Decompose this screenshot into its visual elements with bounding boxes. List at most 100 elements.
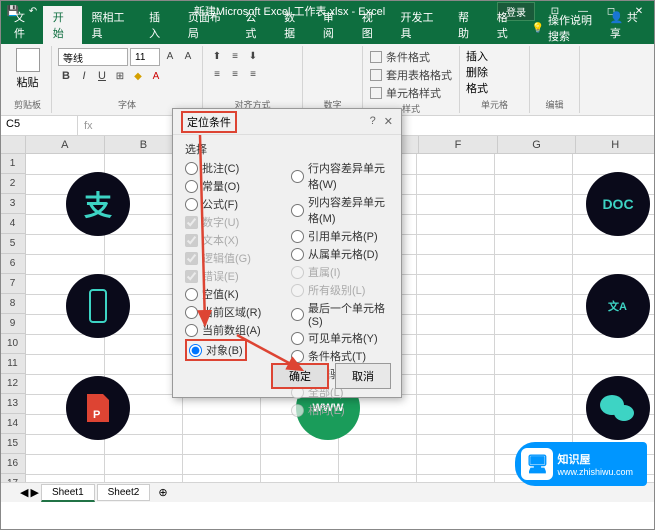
align-top-icon[interactable]: ⬆ — [209, 48, 225, 64]
insert-cells-button[interactable]: 插入 — [466, 48, 523, 64]
delete-cells-button[interactable]: 删除 — [466, 64, 523, 80]
col-header[interactable]: F — [419, 136, 498, 153]
file-p-icon: P — [83, 390, 113, 426]
embedded-image[interactable] — [66, 274, 130, 338]
dialog-buttons: 确定 取消 — [271, 363, 391, 389]
tab-view[interactable]: 视图 — [352, 6, 391, 44]
grow-font-icon[interactable]: A — [162, 48, 178, 64]
row-header[interactable]: 16 — [0, 454, 26, 474]
row-header[interactable]: 10 — [0, 334, 26, 354]
conditional-format-button[interactable]: 条件格式 — [369, 48, 453, 66]
row-header[interactable]: 15 — [0, 434, 26, 454]
tab-formulas[interactable]: 公式 — [235, 6, 274, 44]
font-name-select[interactable]: 等线 — [58, 48, 128, 66]
underline-icon[interactable]: U — [94, 68, 110, 84]
align-middle-icon[interactable]: ≡ — [227, 48, 243, 64]
radio-lastcell[interactable]: 最后一个单元格(S) — [291, 299, 389, 329]
radio-region[interactable]: 当前区域(R) — [185, 303, 283, 321]
ok-button[interactable]: 确定 — [271, 363, 329, 389]
sheet-nav-prev-icon[interactable]: ◀ — [20, 486, 28, 499]
check-logicals: 逻辑值(G) — [185, 249, 283, 267]
dialog-help-icon[interactable]: ? — [370, 115, 376, 128]
group-label-cells: 单元格 — [466, 98, 523, 111]
radio-formulas[interactable]: 公式(F) — [185, 195, 283, 213]
row-header[interactable]: 14 — [0, 414, 26, 434]
radio-precedents[interactable]: 引用单元格(P) — [291, 227, 389, 245]
row-header[interactable]: 4 — [0, 214, 26, 234]
tab-phototools[interactable]: 照相工具 — [82, 6, 140, 44]
border-icon[interactable]: ⊞ — [112, 68, 128, 84]
tab-file[interactable]: 文件 — [4, 6, 43, 44]
align-right-icon[interactable]: ≡ — [245, 66, 261, 82]
embedded-image[interactable]: P — [66, 376, 130, 440]
align-center-icon[interactable]: ≡ — [227, 66, 243, 82]
col-header[interactable]: A — [26, 136, 105, 153]
tab-pagelayout[interactable]: 页面布局 — [178, 6, 236, 44]
radio-constants[interactable]: 常量(O) — [185, 177, 283, 195]
tab-help[interactable]: 帮助 — [448, 6, 487, 44]
row-header[interactable]: 7 — [0, 274, 26, 294]
sheet-tab[interactable]: Sheet1 — [41, 484, 95, 502]
row-header[interactable]: 8 — [0, 294, 26, 314]
group-styles: 条件格式 套用表格格式 单元格样式 样式 — [363, 46, 460, 113]
shrink-font-icon[interactable]: A — [180, 48, 196, 64]
cell-styles-button[interactable]: 单元格样式 — [369, 84, 453, 102]
tab-review[interactable]: 审阅 — [313, 6, 352, 44]
row-header[interactable]: 6 — [0, 254, 26, 274]
fx-area[interactable]: fx — [78, 116, 99, 135]
radio-dependents[interactable]: 从属单元格(D) — [291, 245, 389, 263]
col-header[interactable]: H — [576, 136, 655, 153]
format-cells-button[interactable]: 格式 — [466, 80, 523, 96]
embedded-image[interactable]: 支 — [66, 172, 130, 236]
fill-color-icon[interactable]: ◆ — [130, 68, 146, 84]
tell-me[interactable]: 💡 操作说明搜索 — [532, 12, 602, 44]
col-header[interactable]: G — [498, 136, 577, 153]
embedded-image[interactable]: DOC — [586, 172, 650, 236]
font-size-select[interactable]: 11 — [130, 48, 160, 66]
row-header[interactable]: 2 — [0, 174, 26, 194]
table-format-button[interactable]: 套用表格格式 — [369, 66, 453, 84]
group-label-editing: 编辑 — [536, 98, 573, 111]
name-box[interactable]: C5 — [0, 116, 78, 135]
radio-blanks[interactable]: 空值(K) — [185, 285, 283, 303]
tab-insert[interactable]: 插入 — [139, 6, 178, 44]
group-alignment: ⬆ ≡ ⬇ ≡ ≡ ≡ 对齐方式 — [203, 46, 303, 113]
radio-comments[interactable]: 批注(C) — [185, 159, 283, 177]
dialog-close-icon[interactable]: ✕ — [384, 115, 393, 128]
cancel-button[interactable]: 取消 — [335, 363, 391, 389]
dialog-titlebar[interactable]: 定位条件 ? ✕ — [173, 109, 401, 135]
row-header[interactable]: 13 — [0, 394, 26, 414]
radio-array[interactable]: 当前数组(A) — [185, 321, 283, 339]
tab-developer[interactable]: 开发工具 — [390, 6, 448, 44]
share-button[interactable]: 👤 共享 — [602, 6, 651, 44]
paste-button[interactable]: 粘贴 — [16, 48, 40, 90]
radio-objects[interactable]: 对象(B) — [189, 341, 243, 359]
tab-data[interactable]: 数据 — [274, 6, 313, 44]
row-header[interactable]: 3 — [0, 194, 26, 214]
bold-icon[interactable]: B — [58, 68, 74, 84]
align-left-icon[interactable]: ≡ — [209, 66, 225, 82]
radio-rowdiff[interactable]: 行内容差异单元格(W) — [291, 159, 389, 193]
row-header[interactable]: 9 — [0, 314, 26, 334]
tab-home[interactable]: 开始 — [43, 6, 82, 44]
sheet-tab[interactable]: Sheet2 — [97, 484, 151, 501]
row-header[interactable]: 12 — [0, 374, 26, 394]
radio-alllevels: 所有级别(L) — [291, 281, 389, 299]
select-all-corner[interactable] — [0, 136, 26, 153]
wechat-icon — [598, 391, 638, 425]
align-bottom-icon[interactable]: ⬇ — [245, 48, 261, 64]
italic-icon[interactable]: I — [76, 68, 92, 84]
radio-coldiff[interactable]: 列内容差异单元格(M) — [291, 193, 389, 227]
sheet-nav-next-icon[interactable]: ▶ — [30, 486, 38, 499]
radio-visible[interactable]: 可见单元格(Y) — [291, 329, 389, 347]
row-headers: 1 2 3 4 5 6 7 8 9 10 11 12 13 14 15 16 1… — [0, 154, 26, 484]
new-sheet-icon[interactable]: ⊕ — [158, 486, 167, 499]
row-header[interactable]: 11 — [0, 354, 26, 374]
embedded-image[interactable]: 文A — [586, 274, 650, 338]
tab-format[interactable]: 格式 — [487, 6, 526, 44]
check-numbers: 数字(U) — [185, 213, 283, 231]
embedded-image[interactable] — [586, 376, 650, 440]
font-color-icon[interactable]: A — [148, 68, 164, 84]
row-header[interactable]: 1 — [0, 154, 26, 174]
row-header[interactable]: 5 — [0, 234, 26, 254]
